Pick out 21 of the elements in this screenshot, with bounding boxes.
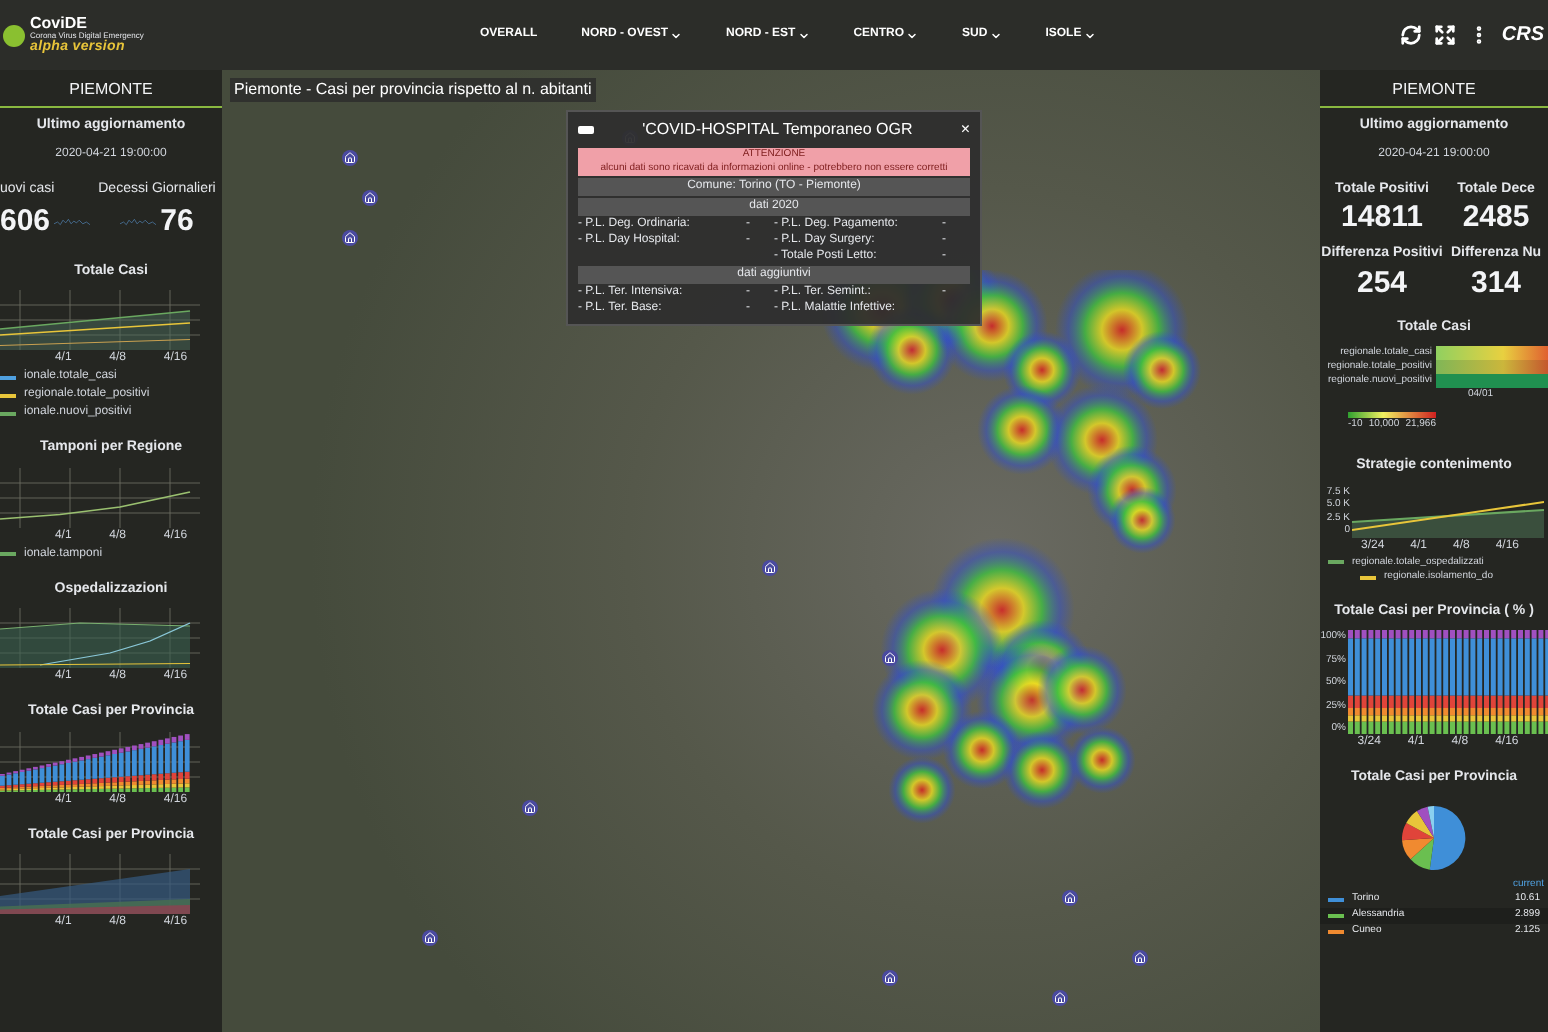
virus-logo-icon [2,23,26,47]
heat-strip-drawing [1436,346,1548,388]
stat-value: 314 [1470,265,1522,301]
stat-value: 76 [160,202,194,242]
card-icon [578,126,594,134]
stat-value: 14811 [1341,200,1423,236]
stat-value: 254 [1356,265,1408,301]
color-scale-drawing [1348,411,1436,417]
partner-logo: CRS [1501,22,1546,50]
map-title: Piemonte - Casi per provincia rispetto al n. abitanti [230,78,596,102]
stat-value: 606 [0,202,51,242]
pie-chart-drawing [1402,805,1466,869]
refresh-icon[interactable] [1399,24,1422,46]
stat-value: 2485 [1462,200,1530,236]
logo-name: CoviDE [30,16,89,32]
sparkline-drawing [54,214,91,231]
region-title: PIEMONTE [1320,70,1548,108]
sparkline-drawing [120,214,157,231]
popup-title: 'COVID-HOSPITAL Temporaneo OGR [642,118,913,142]
fullscreen-icon[interactable] [1433,24,1456,46]
close-button[interactable]: × [960,122,970,138]
